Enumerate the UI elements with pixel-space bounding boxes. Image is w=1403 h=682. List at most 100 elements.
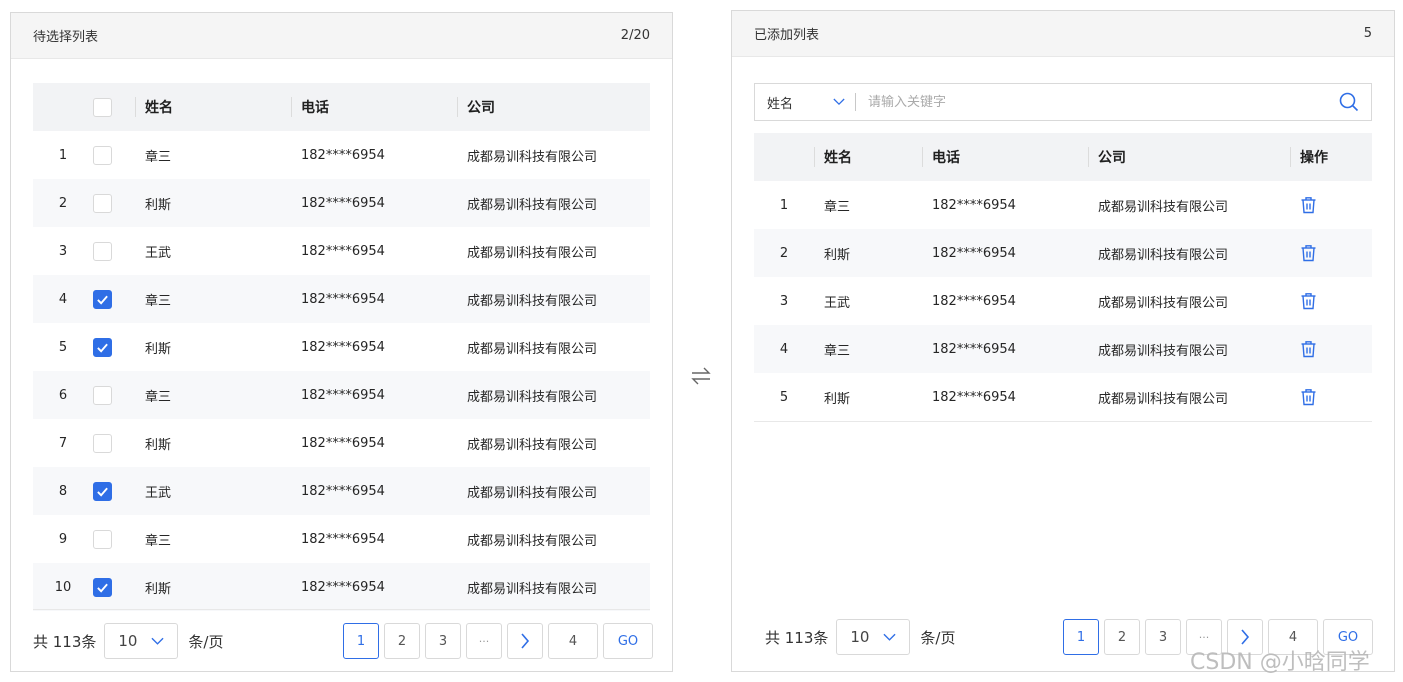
row-index: 3	[58, 243, 68, 259]
page-size-select[interactable]: 10	[836, 619, 911, 655]
page-button[interactable]: 4	[548, 623, 598, 659]
table-row[interactable]: 6 章三 182****6954 成都易训科技有限公司	[33, 371, 650, 419]
page-button[interactable]: 3	[425, 623, 461, 659]
row-checkbox[interactable]	[93, 433, 112, 453]
row-checkbox-cell	[93, 323, 135, 371]
page-button[interactable]: 1	[343, 623, 379, 659]
row-checkbox[interactable]	[93, 481, 112, 501]
table-row[interactable]: 4 章三 182****6954 成都易训科技有限公司	[33, 275, 650, 323]
row-checkbox[interactable]	[93, 385, 112, 405]
table-row: 1 章三 182****6954 成都易训科技有限公司	[754, 181, 1372, 229]
row-checkbox[interactable]	[93, 241, 112, 261]
row-company: 成都易训科技有限公司	[467, 245, 598, 261]
row-checkbox-cell	[93, 419, 135, 467]
table-row: 2 利斯 182****6954 成都易训科技有限公司	[754, 229, 1372, 277]
table-row[interactable]: 2 利斯 182****6954 成都易训科技有限公司	[33, 179, 650, 227]
added-list-header: 已添加列表 5	[732, 11, 1394, 57]
row-company: 成都易训科技有限公司	[1098, 199, 1229, 215]
row-action-cell	[1290, 277, 1372, 325]
row-name: 利斯	[824, 391, 851, 407]
row-phone: 182****6954	[932, 245, 1016, 261]
row-checkbox[interactable]	[93, 337, 112, 357]
row-company: 成都易训科技有限公司	[467, 341, 598, 357]
row-name: 利斯	[145, 581, 172, 597]
table-row[interactable]: 3 王武 182****6954 成都易训科技有限公司	[33, 227, 650, 275]
table-row[interactable]: 1 章三 182****6954 成都易训科技有限公司	[33, 131, 650, 179]
page-size-select[interactable]: 10	[104, 623, 179, 659]
row-checkbox[interactable]	[93, 529, 112, 549]
page-size-value: 10	[850, 628, 870, 646]
row-index: 9	[58, 531, 68, 547]
go-button[interactable]: GO	[603, 623, 653, 659]
search-field-select[interactable]: 姓名	[755, 93, 855, 112]
row-index: 4	[779, 341, 789, 357]
phone-header: 电话	[291, 83, 457, 131]
row-phone: 182****6954	[932, 341, 1016, 357]
total-count: 共 113条	[33, 632, 97, 651]
table-row[interactable]: 10 利斯 182****6954 成都易训科技有限公司	[33, 563, 650, 611]
row-index: 2	[779, 245, 789, 261]
company-header: 公司	[457, 83, 650, 131]
row-name: 章三	[824, 199, 851, 215]
row-company: 成都易训科技有限公司	[467, 293, 598, 309]
select-all-checkbox[interactable]	[93, 97, 112, 117]
row-checkbox-cell	[93, 227, 135, 275]
search-input[interactable]	[856, 84, 1327, 120]
chevron-down-icon	[833, 95, 845, 110]
trash-icon[interactable]	[1300, 244, 1317, 262]
company-header: 公司	[1088, 133, 1290, 181]
row-phone: 182****6954	[301, 579, 385, 595]
watermark-text: CSDN @小晗同学	[1190, 650, 1370, 675]
row-checkbox[interactable]	[93, 289, 112, 309]
row-phone: 182****6954	[301, 531, 385, 547]
check-icon	[97, 583, 108, 593]
row-name: 章三	[145, 149, 172, 165]
row-company: 成都易训科技有限公司	[1098, 343, 1229, 359]
page-button[interactable]: 2	[384, 623, 420, 659]
trash-icon[interactable]	[1300, 196, 1317, 214]
row-name: 利斯	[145, 437, 172, 453]
row-index: 3	[779, 293, 789, 309]
row-index: 2	[58, 195, 68, 211]
table-row[interactable]: 9 章三 182****6954 成都易训科技有限公司	[33, 515, 650, 563]
trash-icon[interactable]	[1300, 340, 1317, 358]
row-phone: 182****6954	[301, 195, 385, 211]
transfer-arrows-icon[interactable]	[690, 365, 712, 391]
row-company: 成都易训科技有限公司	[467, 197, 598, 213]
chevron-right-icon	[521, 633, 530, 649]
row-company: 成都易训科技有限公司	[467, 485, 598, 501]
search-icon[interactable]	[1327, 92, 1371, 112]
row-name: 章三	[145, 293, 172, 309]
page-button[interactable]: 2	[1104, 619, 1140, 655]
table-row[interactable]: 8 王武 182****6954 成都易训科技有限公司	[33, 467, 650, 515]
added-table-header: 姓名 电话 公司 操作	[754, 133, 1372, 181]
row-checkbox[interactable]	[93, 145, 112, 165]
next-page-button[interactable]	[507, 623, 543, 659]
row-index: 1	[779, 197, 789, 213]
row-checkbox-cell	[93, 131, 135, 179]
chevron-down-icon	[151, 632, 165, 650]
check-icon	[97, 343, 108, 353]
row-checkbox-cell	[93, 275, 135, 323]
row-checkbox[interactable]	[93, 193, 112, 213]
page-ellipsis[interactable]: ···	[466, 623, 502, 659]
table-row[interactable]: 5 利斯 182****6954 成都易训科技有限公司	[33, 323, 650, 371]
row-phone: 182****6954	[301, 435, 385, 451]
added-count: 5	[1363, 26, 1372, 41]
added-table: 姓名 电话 公司 操作 1 章三 182****6954 成都易训科技有限公司 2 利斯 1…	[754, 133, 1372, 421]
candidate-list-header: 待选择列表 2/20	[11, 13, 672, 59]
page-button[interactable]: 3	[1145, 619, 1181, 655]
table-row[interactable]: 7 利斯 182****6954 成都易训科技有限公司	[33, 419, 650, 467]
row-company: 成都易训科技有限公司	[467, 581, 598, 597]
row-index: 8	[58, 483, 68, 499]
check-icon	[97, 487, 108, 497]
page-button[interactable]: 1	[1063, 619, 1099, 655]
chevron-down-icon	[883, 628, 897, 646]
index-header	[33, 83, 93, 131]
trash-icon[interactable]	[1300, 292, 1317, 310]
row-checkbox[interactable]	[93, 577, 112, 597]
trash-icon[interactable]	[1300, 388, 1317, 406]
name-header: 姓名	[814, 133, 922, 181]
row-name: 章三	[145, 533, 172, 549]
added-list-title: 已添加列表	[754, 28, 820, 43]
